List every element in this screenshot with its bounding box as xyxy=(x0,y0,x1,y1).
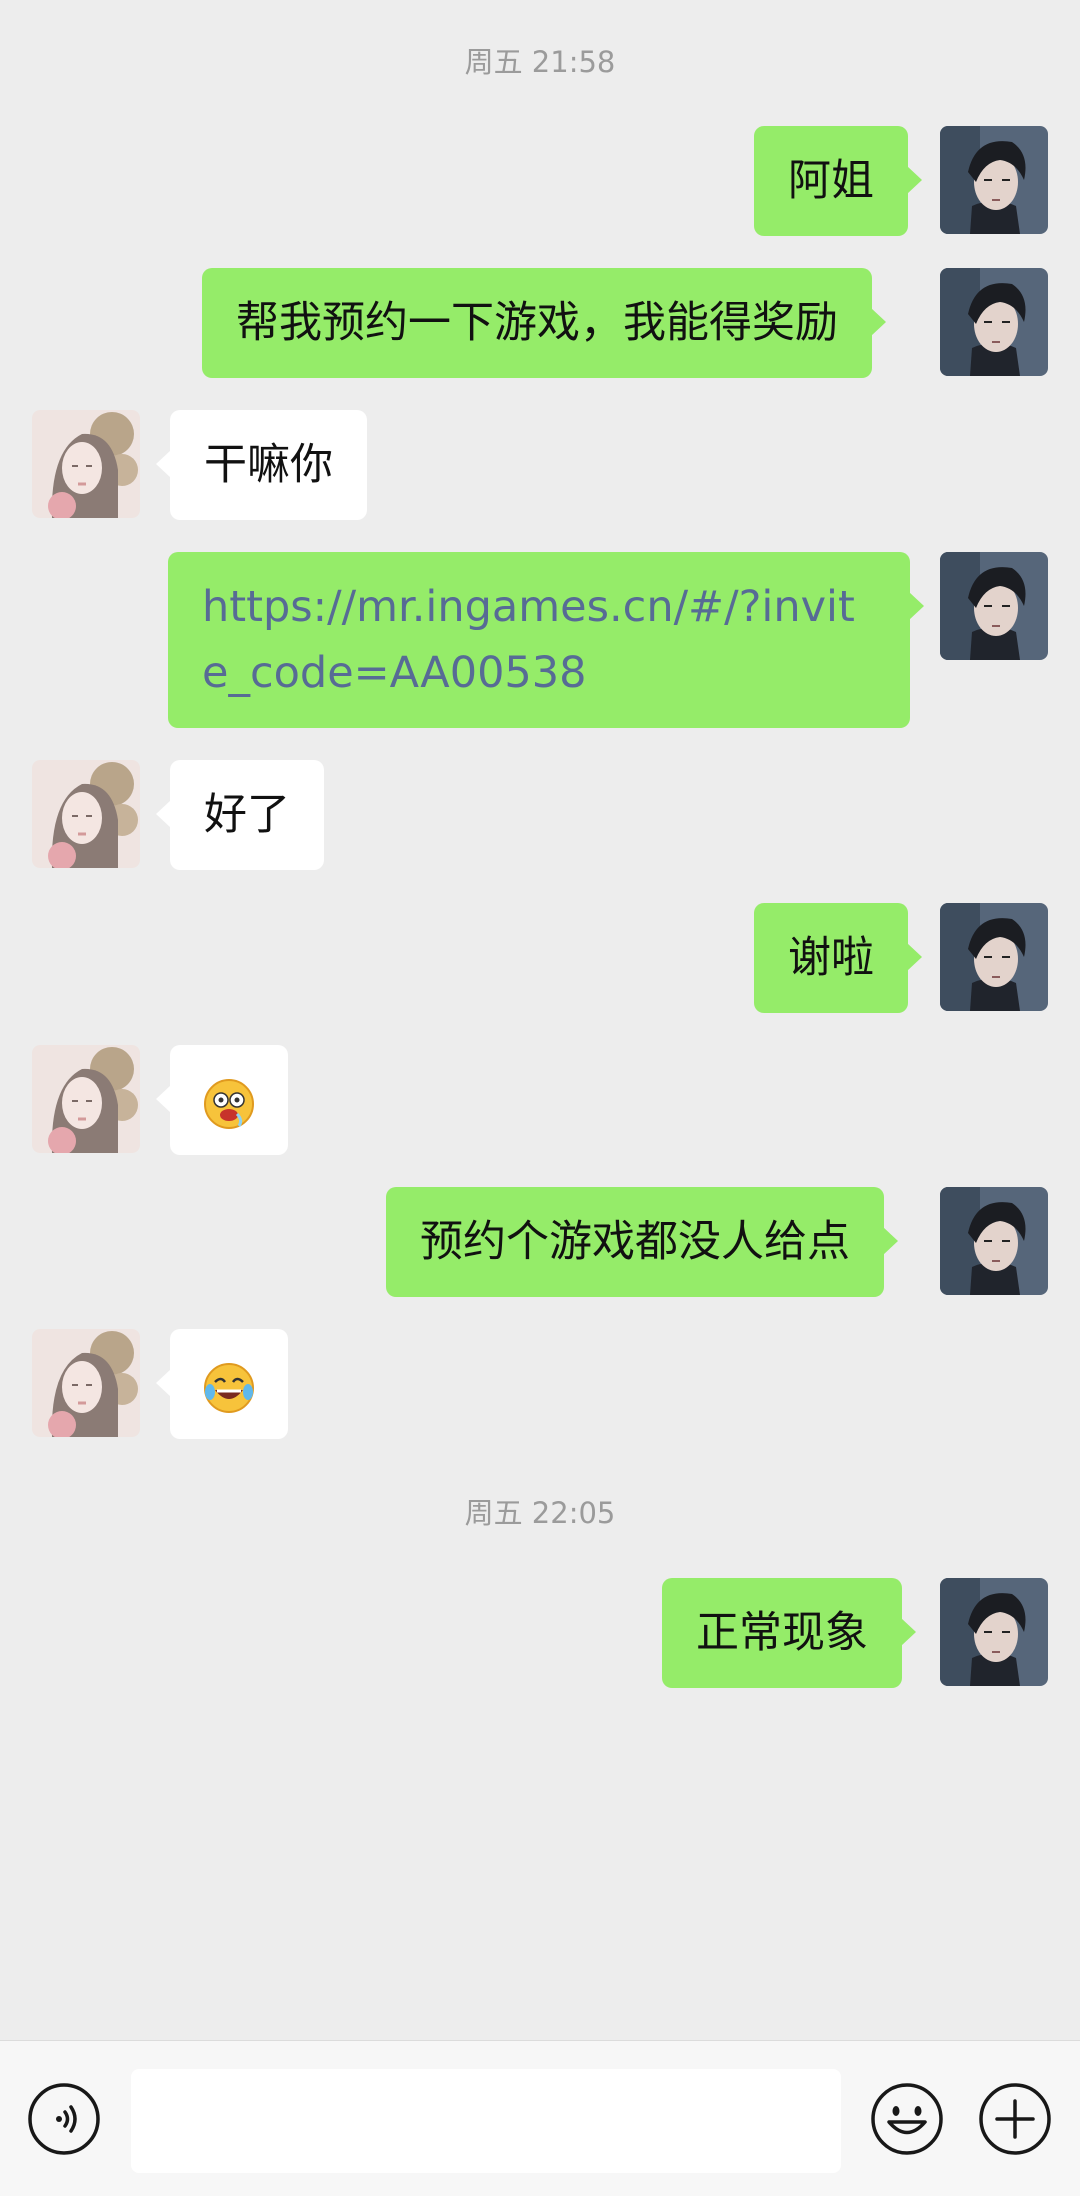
message-input[interactable] xyxy=(131,2069,841,2173)
contact-avatar[interactable] xyxy=(32,1329,140,1437)
my-avatar[interactable] xyxy=(940,126,1048,234)
message-text: 好了 xyxy=(204,790,290,840)
my-avatar[interactable] xyxy=(940,552,1048,660)
message-bubble-sent[interactable]: 帮我预约一下游戏，我能得奖励 xyxy=(202,268,886,378)
my-avatar[interactable] xyxy=(940,1578,1048,1686)
message-bubble-received[interactable] xyxy=(156,1329,288,1439)
my-avatar[interactable] xyxy=(940,903,1048,1011)
my-avatar[interactable] xyxy=(940,1187,1048,1295)
message-text: 帮我预约一下游戏，我能得奖励 xyxy=(236,298,838,348)
chat-area[interactable]: 周五 21:58 阿姐 帮我预约一下游戏，我能得奖励 干嘛你 https://m… xyxy=(0,0,1080,2040)
my-avatar[interactable] xyxy=(940,268,1048,376)
emoji-panel-icon[interactable] xyxy=(869,2081,945,2157)
tears-of-joy-emoji xyxy=(204,1363,254,1413)
timestamp: 周五 22:05 xyxy=(464,1496,616,1530)
contact-avatar[interactable] xyxy=(32,760,140,868)
timestamp: 周五 21:58 xyxy=(464,45,616,79)
message-text: 阿姐 xyxy=(788,156,874,206)
voice-input-icon[interactable] xyxy=(26,2081,102,2157)
contact-avatar[interactable] xyxy=(32,410,140,518)
message-bubble-sent[interactable]: 预约个游戏都没人给点 xyxy=(386,1187,898,1297)
message-text: 正常现象 xyxy=(696,1608,868,1658)
drooling-face-emoji xyxy=(204,1079,254,1129)
message-text: 干嘛你 xyxy=(204,440,333,490)
message-text: 预约个游戏都没人给点 xyxy=(420,1217,850,1267)
message-bubble-received[interactable] xyxy=(156,1045,288,1155)
plus-more-icon[interactable] xyxy=(977,2081,1053,2157)
message-bubble-received[interactable]: 好了 xyxy=(156,760,324,870)
input-bar xyxy=(0,2040,1080,2196)
message-bubble-link[interactable]: https://mr.ingames.cn/#/?invite_code=AA0… xyxy=(168,552,924,728)
link-text[interactable]: https://mr.ingames.cn/#/?invite_code=AA0… xyxy=(202,582,855,698)
message-bubble-sent[interactable]: 谢啦 xyxy=(754,903,922,1013)
message-bubble-received[interactable]: 干嘛你 xyxy=(156,410,367,520)
contact-avatar[interactable] xyxy=(32,1045,140,1153)
message-bubble-sent[interactable]: 阿姐 xyxy=(754,126,922,236)
message-bubble-sent[interactable]: 正常现象 xyxy=(662,1578,916,1688)
message-text: 谢啦 xyxy=(788,933,874,983)
